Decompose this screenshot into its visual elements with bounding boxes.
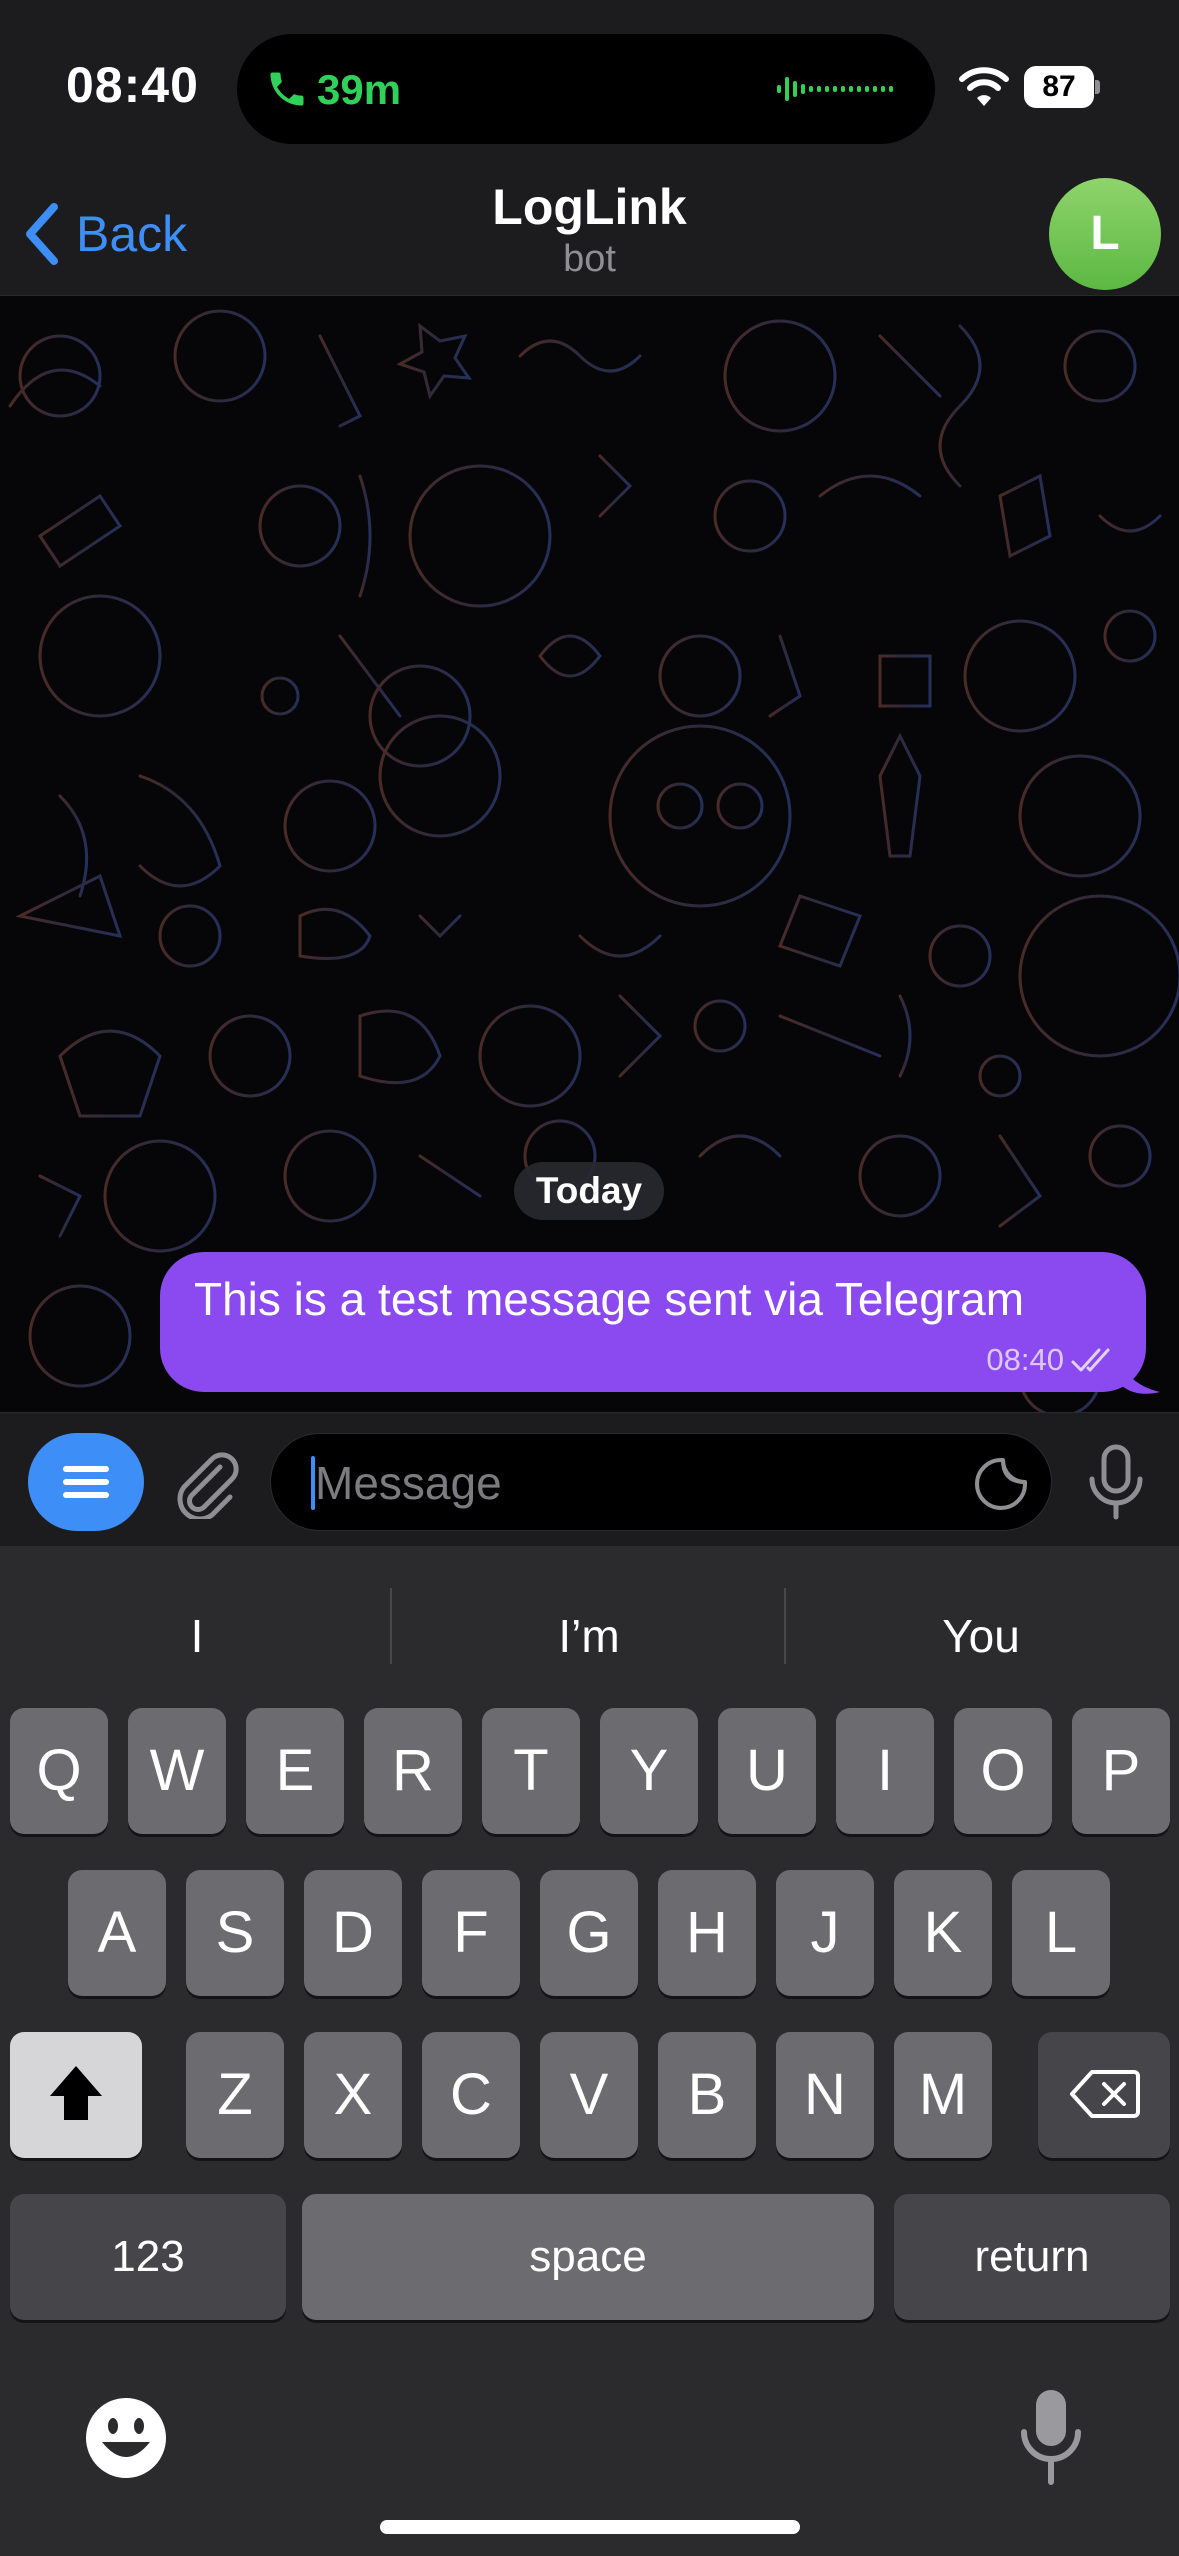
outgoing-message-bubble[interactable]: This is a test message sent via Telegram… <box>160 1252 1146 1392</box>
dynamic-island-call[interactable]: 39m <box>237 34 935 144</box>
key-h[interactable]: H <box>658 1870 756 1996</box>
chat-title-block[interactable]: LogLink bot <box>0 178 1179 281</box>
emoji-icon[interactable] <box>84 2396 168 2480</box>
key-s[interactable]: S <box>186 1870 284 1996</box>
suggestion-divider <box>390 1588 392 1664</box>
chat-subtitle: bot <box>563 238 616 280</box>
battery-tip <box>1095 80 1100 94</box>
chat-title: LogLink <box>492 179 687 235</box>
bot-menu-button[interactable] <box>28 1433 144 1531</box>
battery-level: 87 <box>1024 66 1094 108</box>
suggestion-1[interactable]: I <box>2 1596 392 1676</box>
menu-icon <box>63 1466 109 1498</box>
double-check-icon <box>1071 1348 1110 1372</box>
key-a[interactable]: A <box>68 1870 166 1996</box>
message-text: This is a test message sent via Telegram <box>194 1273 1025 1325</box>
backspace-icon <box>1070 2070 1140 2118</box>
suggestion-3[interactable]: You <box>786 1596 1176 1676</box>
space-key[interactable]: space <box>302 2194 874 2320</box>
system-keyboard: I I’m You Q W E R T Y U I O P A S D F G … <box>0 1546 1179 2556</box>
key-b[interactable]: B <box>658 2032 756 2158</box>
phone-icon <box>270 72 304 106</box>
sticker-icon[interactable] <box>971 1454 1031 1514</box>
key-e[interactable]: E <box>246 1708 344 1834</box>
key-p[interactable]: P <box>1072 1708 1170 1834</box>
key-i[interactable]: I <box>836 1708 934 1834</box>
chat-area[interactable]: Today This is a test message sent via Te… <box>0 296 1179 1412</box>
key-j[interactable]: J <box>776 1870 874 1996</box>
key-d[interactable]: D <box>304 1870 402 1996</box>
chat-header: Back LogLink bot L <box>0 172 1179 296</box>
message-composer: Message <box>0 1412 1179 1546</box>
shift-key[interactable] <box>10 2032 142 2158</box>
message-meta: 08:40 <box>986 1342 1116 1378</box>
message-input[interactable]: Message <box>270 1433 1052 1531</box>
key-y[interactable]: Y <box>600 1708 698 1834</box>
microphone-icon[interactable] <box>1082 1443 1150 1521</box>
key-g[interactable]: G <box>540 1870 638 1996</box>
key-l[interactable]: L <box>1012 1870 1110 1996</box>
key-f[interactable]: F <box>422 1870 520 1996</box>
key-n[interactable]: N <box>776 2032 874 2158</box>
call-duration: 39m <box>317 66 402 113</box>
key-u[interactable]: U <box>718 1708 816 1834</box>
key-k[interactable]: K <box>894 1870 992 1996</box>
key-z[interactable]: Z <box>186 2032 284 2158</box>
message-placeholder: Message <box>315 1457 502 1509</box>
status-bar: 08:40 39m 87 <box>0 0 1179 172</box>
key-m[interactable]: M <box>894 2032 992 2158</box>
status-time: 08:40 <box>66 57 199 113</box>
audio-waveform-icon <box>777 77 893 101</box>
message-time: 08:40 <box>986 1342 1064 1377</box>
home-indicator[interactable] <box>380 2520 800 2534</box>
paperclip-icon[interactable] <box>170 1449 246 1519</box>
suggestion-2[interactable]: I’m <box>394 1596 784 1676</box>
key-o[interactable]: O <box>954 1708 1052 1834</box>
delete-key[interactable] <box>1038 2032 1170 2158</box>
return-key[interactable]: return <box>894 2194 1170 2320</box>
predictive-bar: I I’m You <box>0 1546 1179 1706</box>
key-x[interactable]: X <box>304 2032 402 2158</box>
shift-arrow-icon <box>50 2066 102 2120</box>
key-t[interactable]: T <box>482 1708 580 1834</box>
key-w[interactable]: W <box>128 1708 226 1834</box>
battery-indicator: 87 <box>1024 66 1100 108</box>
numbers-key[interactable]: 123 <box>10 2194 286 2320</box>
date-separator: Today <box>514 1162 664 1220</box>
bubble-tail <box>1120 1356 1160 1394</box>
key-q[interactable]: Q <box>10 1708 108 1834</box>
chat-wallpaper-pattern <box>8 309 1179 1412</box>
key-c[interactable]: C <box>422 2032 520 2158</box>
dictation-microphone-icon[interactable] <box>1018 2388 1084 2488</box>
key-v[interactable]: V <box>540 2032 638 2158</box>
wifi-icon <box>959 67 1009 106</box>
key-r[interactable]: R <box>364 1708 462 1834</box>
avatar[interactable]: L <box>1049 178 1161 290</box>
